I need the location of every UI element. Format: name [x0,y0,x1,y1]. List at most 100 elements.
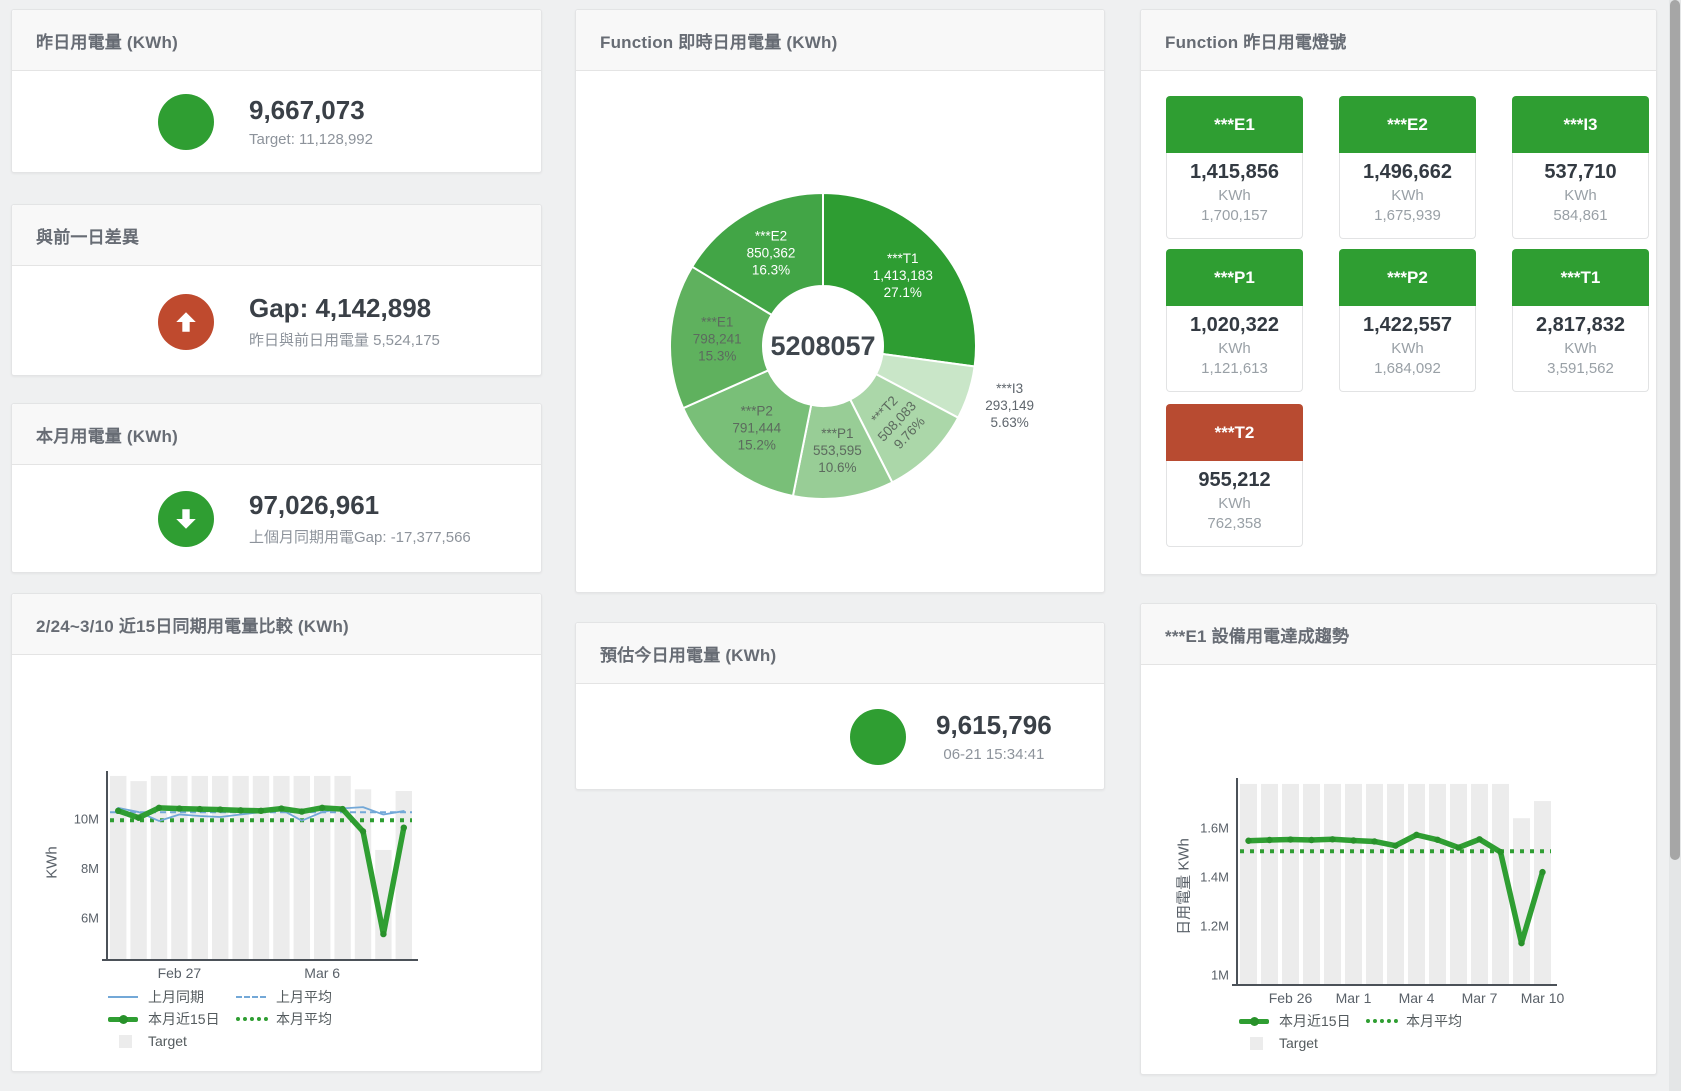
legend-item-target[interactable]: Target [1279,1035,1318,1051]
tile-unit: KWh [1167,340,1302,357]
light-tile-P2: ***P21,422,557KWh1,684,092 [1339,249,1476,392]
tile-target: 1,121,613 [1167,360,1302,377]
target-bar [171,776,187,959]
tile-value: 1,496,662 [1340,161,1475,184]
target-bar [334,776,350,959]
tile-unit: KWh [1340,340,1475,357]
chart-legend: 本月近15日 本月平均 Target [1239,1010,1462,1054]
month-usage-value: 97,026,961 [249,491,471,520]
series-point [217,806,223,812]
target-bar [1282,784,1299,984]
series-point [135,815,141,821]
legend-item-target[interactable]: Target [148,1033,187,1049]
tile-status-header: ***T1 [1512,249,1649,306]
series-point [1497,849,1503,855]
panel-title[interactable]: 本月用電量 (KWh) [12,422,178,447]
series-point [1392,842,1398,848]
panel-title[interactable]: 2/24~3/10 近15日同期用電量比較 (KWh) [12,612,349,637]
yesterday-usage-value: 9,667,073 [249,96,373,125]
x-tick-label: Mar 4 [1399,990,1435,1006]
target-bar [130,781,146,959]
panel-title[interactable]: 預估今日用電量 (KWh) [576,641,776,666]
legend-item-this-month-avg[interactable]: 本月平均 [1406,1011,1462,1031]
legend-line-blue-dashed-icon [236,996,266,998]
y-tick-label: 1.6M [1200,821,1229,836]
tile-body: 955,212KWh762,358 [1166,461,1303,547]
light-tile-T2: ***T2955,212KWh762,358 [1166,404,1303,547]
tile-status-header: ***P2 [1339,249,1476,306]
target-bar [396,791,412,959]
legend-item-this-month[interactable]: 本月近15日 [148,1009,236,1029]
target-bar [151,776,167,959]
target-bar [1513,818,1530,984]
series-point [1518,940,1524,946]
target-bar [1303,784,1320,984]
arrow-up-icon [173,309,199,335]
series-point [197,806,203,812]
light-tile-I3: ***I3537,710KWh584,861 [1512,96,1649,239]
target-bar [1387,784,1404,984]
today-estimate-timestamp: 06-21 15:34:41 [936,746,1052,763]
chart-legend: 上月同期 上月平均 本月近15日 本月平均 Target [108,986,332,1052]
series-point [1455,844,1461,850]
target-bar [273,776,289,959]
panel-title[interactable]: 昨日用電量 (KWh) [12,28,178,53]
legend-item-this-month[interactable]: 本月近15日 [1279,1011,1366,1031]
panel-yesterday-lights: Function 昨日用電燈號 ***E11,415,856KWh1,700,1… [1140,9,1657,575]
panel-header: 2/24~3/10 近15日同期用電量比較 (KWh) [12,594,541,655]
series-point [1434,837,1440,843]
y-axis-label: 日用電量 KWh [1173,817,1194,957]
legend-item-last-month[interactable]: 上月同期 [148,987,236,1007]
tile-status-header: ***P1 [1166,249,1303,306]
tile-value: 955,212 [1167,469,1302,492]
status-circle-green [158,94,214,150]
panel-title[interactable]: 與前一日差異 [12,223,139,248]
legend-line-green-dotted-icon [1366,1019,1398,1023]
y-axis-label: KWh [44,803,61,923]
tile-body: 1,415,856KWh1,700,157 [1166,153,1303,239]
tile-target: 1,700,157 [1167,207,1302,224]
legend-line-green-thick-icon [1239,1019,1269,1024]
tile-unit: KWh [1167,187,1302,204]
panel-header: 本月用電量 (KWh) [12,404,541,465]
today-estimate-value: 9,615,796 [936,711,1052,740]
tile-value: 2,817,832 [1513,314,1648,337]
page-scrollbar[interactable] [1669,0,1681,1091]
target-bar [1429,784,1446,984]
panel-title[interactable]: Function 即時日用電量 (KWh) [576,28,837,53]
target-bar [110,776,126,959]
scrollbar-thumb[interactable] [1670,0,1680,860]
light-tile-E1: ***E11,415,856KWh1,700,157 [1166,96,1303,239]
panel-header: Function 昨日用電燈號 [1141,10,1656,71]
target-bar [1450,784,1467,984]
tile-target: 1,684,092 [1340,360,1475,377]
month-usage-gap: 上個月同期用電Gap: -17,377,566 [249,526,471,547]
tile-unit: KWh [1340,187,1475,204]
series-point [319,805,325,811]
tile-target: 584,861 [1513,207,1648,224]
panel-title[interactable]: Function 昨日用電燈號 [1141,28,1346,53]
light-tile-T1: ***T12,817,832KWh3,591,562 [1512,249,1649,392]
target-bar [1240,784,1257,984]
series-point [258,808,264,814]
target-bar [253,776,269,959]
tile-body: 2,817,832KWh3,591,562 [1512,306,1649,392]
panel-realtime-donut: Function 即時日用電量 (KWh) ***T11,413,18327.1… [575,9,1105,593]
legend-line-green-dotted-icon [236,1017,268,1021]
arrow-down-circle-icon [158,491,214,547]
tile-status-header: ***E1 [1166,96,1303,153]
tile-unit: KWh [1167,495,1302,512]
x-tick-label: Feb 27 [158,965,202,981]
series-point [1329,836,1335,842]
series-point [1245,838,1251,844]
target-bar [1324,784,1341,984]
panel-title[interactable]: ***E1 設備用電達成趨勢 [1141,622,1349,647]
legend-item-last-month-avg[interactable]: 上月平均 [276,987,332,1007]
target-bar [1261,784,1278,984]
x-tick-label: Feb 26 [1269,990,1313,1006]
series-point [1308,837,1314,843]
target-bar [314,776,330,959]
donut-center-total: 5208057 [770,331,875,361]
series-point [1266,837,1272,843]
legend-item-this-month-avg[interactable]: 本月平均 [276,1009,332,1029]
